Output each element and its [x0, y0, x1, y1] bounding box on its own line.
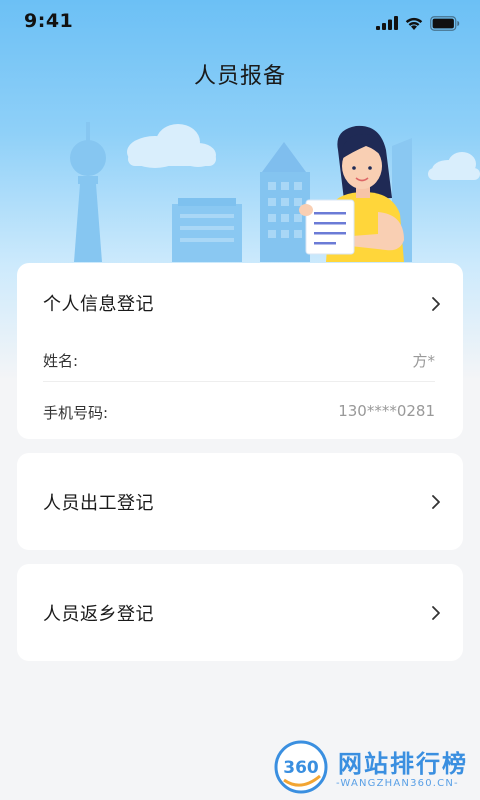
personal-info-card: 个人信息登记 姓名: 方* 手机号码: 130****0281	[17, 263, 463, 439]
building-icon	[172, 198, 242, 262]
work-registration-card[interactable]: 人员出工登记	[17, 453, 463, 550]
status-bar: 9:41	[0, 0, 480, 48]
name-field-row: 姓名: 方*	[43, 335, 435, 385]
battery-icon	[430, 15, 460, 31]
document-icon	[305, 199, 355, 255]
field-divider	[43, 381, 435, 382]
return-home-title: 人员返乡登记	[43, 604, 154, 625]
status-icons	[376, 14, 460, 32]
work-registration-title: 人员出工登记	[43, 493, 154, 514]
tower-icon	[70, 122, 106, 262]
chevron-right-icon	[432, 606, 440, 620]
personal-info-header[interactable]: 个人信息登记	[17, 263, 463, 343]
cloud-icon	[428, 152, 480, 180]
watermark-subtitle: -WANGZHAN360.CN-	[336, 778, 459, 789]
name-value: 方*	[412, 352, 435, 370]
page-title: 人员报备	[193, 64, 286, 89]
chevron-right-icon	[432, 297, 440, 311]
phone-value: 130****0281	[338, 402, 435, 420]
watermark-title: 网站排行榜	[338, 750, 468, 778]
chevron-right-icon	[432, 495, 440, 509]
building-icon	[260, 142, 310, 262]
status-time: 9:41	[24, 10, 74, 32]
phone-label: 手机号码:	[43, 404, 109, 422]
watermark-logo-icon: 360	[274, 740, 328, 794]
name-label: 姓名:	[43, 352, 79, 370]
phone-field-row: 手机号码: 130****0281	[43, 387, 435, 437]
header-illustration	[70, 122, 480, 262]
return-home-card[interactable]: 人员返乡登记	[17, 564, 463, 661]
person-illustration	[299, 125, 404, 262]
cloud-icon	[127, 124, 216, 168]
svg-text:360: 360	[283, 758, 319, 778]
signal-icon	[376, 16, 398, 30]
wifi-icon	[405, 17, 423, 30]
personal-info-title: 个人信息登记	[43, 294, 154, 315]
watermark: 360 网站排行榜 -WANGZHAN360.CN-	[270, 736, 480, 800]
